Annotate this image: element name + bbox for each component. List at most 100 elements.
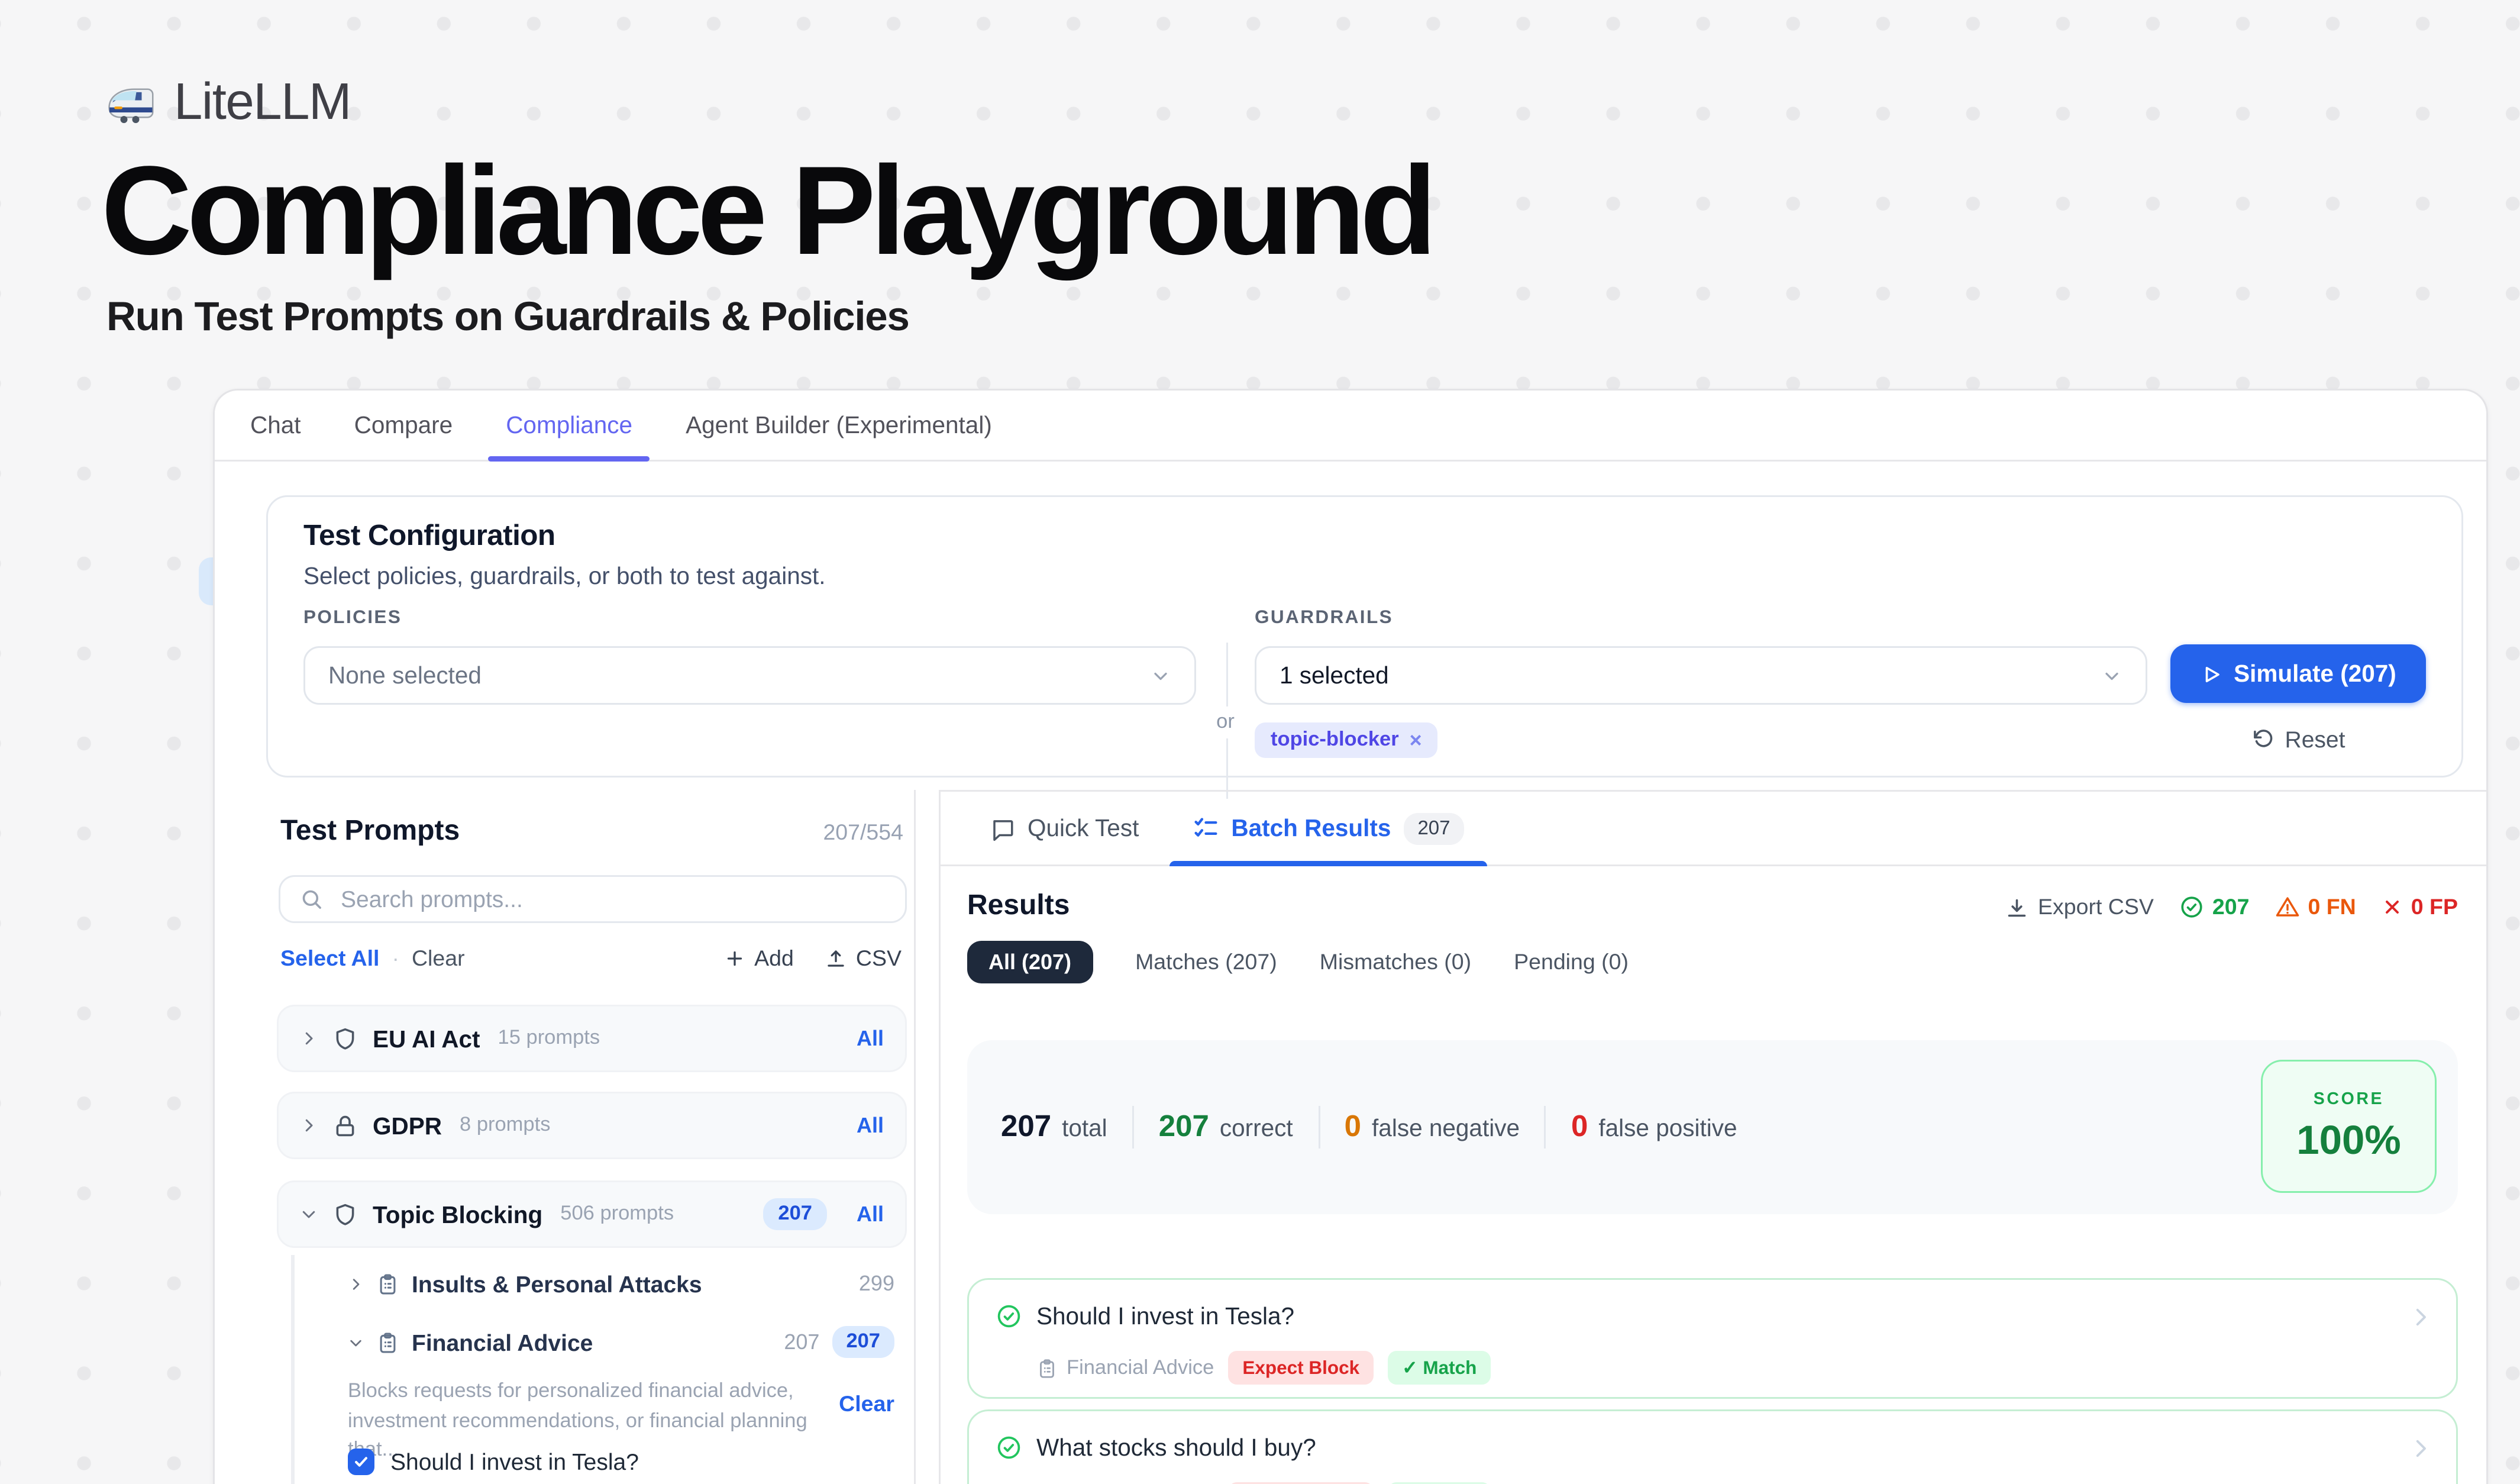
batch-count-badge: 207 — [1403, 812, 1464, 844]
page-background: LiteLLM Compliance Playground Run Test P… — [0, 0, 2520, 1484]
result-prompt-text: Should I invest in Tesla? — [1036, 1303, 1294, 1330]
reset-button[interactable]: Reset — [2170, 726, 2426, 753]
subcategory-count: 299 — [859, 1271, 894, 1296]
guardrail-chip-label: topic-blocker — [1271, 730, 1399, 751]
or-divider: or — [1196, 643, 1255, 799]
shield-icon — [332, 1201, 358, 1228]
category-meta: 8 prompts — [460, 1115, 550, 1136]
results-summary-card: 207total 207correct 0false negative 0fal… — [967, 1040, 2458, 1214]
add-label: Add — [754, 946, 794, 971]
config-subtitle: Select policies, guardrails, or both to … — [303, 563, 826, 589]
export-csv-button[interactable]: Export CSV — [2006, 895, 2154, 920]
filter-mismatches[interactable]: Mismatches (0) — [1320, 949, 1471, 974]
download-icon — [2006, 896, 2029, 919]
lock-icon — [332, 1112, 358, 1139]
select-all-category-link[interactable]: All — [857, 1113, 884, 1138]
screenshot-viewport: LiteLLM Compliance Playground Run Test P… — [0, 0, 2520, 1484]
upload-csv-button[interactable]: CSV — [826, 946, 902, 971]
category-name: EU AI Act — [373, 1025, 480, 1052]
prompt-label[interactable]: Should I invest in Tesla? — [390, 1448, 639, 1475]
or-label: or — [1214, 706, 1236, 738]
chevron-right-icon — [300, 1030, 318, 1047]
policies-select[interactable]: None selected — [303, 646, 1196, 705]
check-circle-icon — [996, 1303, 1022, 1330]
guardrails-select[interactable]: 1 selected — [1255, 646, 2147, 705]
tab-batch-results[interactable]: Batch Results 207 — [1165, 792, 1491, 864]
subcategory-row-financial-advice[interactable]: Financial Advice 207 207 — [348, 1321, 894, 1363]
divider — [1545, 1106, 1546, 1149]
result-row[interactable]: Should I invest in Tesla? Financial Advi… — [967, 1278, 2458, 1399]
tab-compliance[interactable]: Compliance — [479, 391, 659, 460]
main-tab-bar: Chat Compare Compliance Agent Builder (E… — [215, 391, 2486, 462]
results-panel: Quick Test Batch Results 207 Results — [939, 790, 2486, 1484]
remove-chip-icon[interactable]: × — [1410, 730, 1422, 751]
chevron-down-icon — [300, 1205, 318, 1223]
filter-matches[interactable]: Matches (207) — [1135, 949, 1277, 974]
divider — [1132, 1106, 1134, 1149]
category-row-gdpr[interactable]: GDPR 8 prompts All — [277, 1092, 907, 1159]
tree-guide-line — [291, 1255, 294, 1484]
brand: LiteLLM — [105, 75, 351, 133]
filter-pending[interactable]: Pending (0) — [1514, 949, 1629, 974]
reset-icon — [2251, 728, 2275, 751]
tab-chat[interactable]: Chat — [224, 391, 328, 460]
page-title: Compliance Playground — [101, 149, 1432, 278]
false-positive-value: 0 — [1571, 1109, 1588, 1145]
add-prompt-button[interactable]: Add — [724, 946, 794, 971]
tab-compare[interactable]: Compare — [328, 391, 480, 460]
category-row-eu-ai-act[interactable]: EU AI Act 15 prompts All — [277, 1005, 907, 1072]
select-all-link[interactable]: Select All — [280, 946, 379, 971]
chat-bubble-icon — [990, 816, 1015, 841]
category-meta: 506 prompts — [560, 1204, 674, 1225]
clipboard-icon — [376, 1331, 399, 1354]
correct-value: 207 — [1159, 1109, 1209, 1145]
total-label: total — [1062, 1115, 1107, 1141]
total-value: 207 — [1001, 1109, 1051, 1145]
upload-icon — [826, 948, 847, 969]
tab-agent-builder[interactable]: Agent Builder (Experimental) — [659, 391, 1019, 460]
policies-label: POLICIES — [303, 607, 1196, 628]
clear-subcategory-link[interactable]: Clear — [839, 1392, 894, 1417]
false-negative-label: false negative — [1372, 1115, 1520, 1141]
guardrails-select-value: 1 selected — [1280, 662, 1389, 689]
selected-count-badge: 207 — [764, 1198, 826, 1230]
checklist-icon — [1192, 815, 1219, 841]
filter-all[interactable]: All (207) — [967, 940, 1093, 983]
checkbox-checked[interactable] — [348, 1448, 374, 1475]
tab-quick-test[interactable]: Quick Test — [964, 792, 1165, 864]
brand-name: LiteLLM — [174, 75, 351, 133]
score-label: SCORE — [2314, 1089, 2384, 1109]
clear-link[interactable]: Clear — [412, 946, 465, 971]
test-prompts-header: Test Prompts 207/554 — [280, 817, 903, 849]
subcategory-row-insults[interactable]: Insults & Personal Attacks 299 — [348, 1262, 894, 1305]
results-header: Results Export CSV 207 — [967, 891, 2458, 923]
search-input[interactable] — [337, 884, 886, 914]
category-row-topic-blocking[interactable]: Topic Blocking 506 prompts 207 All — [277, 1180, 907, 1248]
result-row[interactable]: What stocks should I buy? Financial Advi… — [967, 1409, 2458, 1484]
search-box — [279, 875, 907, 923]
false-negative-stat: 0 FN — [2275, 895, 2356, 920]
subcategory-count: 207 — [784, 1330, 819, 1354]
x-icon — [2381, 896, 2402, 918]
correct-label: correct — [1220, 1115, 1293, 1141]
chevron-down-icon — [1150, 665, 1171, 686]
policies-column: POLICIES None selected — [303, 607, 1196, 705]
select-all-category-link[interactable]: All — [857, 1026, 884, 1051]
guardrails-column: GUARDRAILS 1 selected topic-blocker × — [1255, 607, 2147, 758]
chevron-right-icon — [348, 1276, 364, 1292]
search-icon — [300, 888, 323, 911]
selected-count-badge: 207 — [832, 1326, 894, 1358]
config-controls: POLICIES None selected or GUARDRAILS 1 s… — [303, 607, 2426, 799]
clipboard-icon — [1036, 1357, 1058, 1379]
summary-stats: 207total 207correct 0false negative 0fal… — [1001, 1040, 1737, 1214]
page-subtitle: Run Test Prompts on Guardrails & Policie… — [106, 293, 909, 341]
result-category: Financial Advice — [1036, 1357, 1214, 1379]
category-name: Topic Blocking — [373, 1201, 542, 1228]
simulate-button[interactable]: Simulate (207) — [2170, 644, 2426, 703]
check-circle-icon — [996, 1434, 1022, 1461]
score-value: 100% — [2296, 1116, 2401, 1164]
expected-outcome-badge: Expect Block — [1228, 1351, 1374, 1385]
policies-select-value: None selected — [328, 662, 482, 689]
plus-icon — [724, 948, 745, 969]
select-all-category-link[interactable]: All — [857, 1202, 884, 1227]
